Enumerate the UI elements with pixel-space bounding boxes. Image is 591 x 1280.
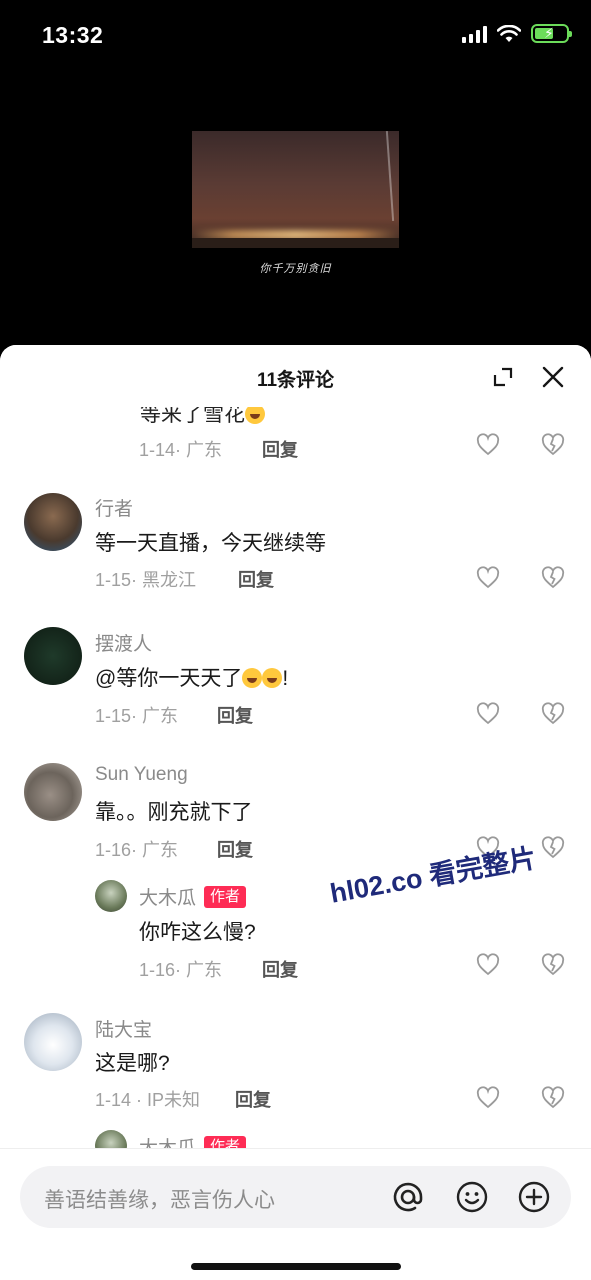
input-placeholder: 善语结善缘，恶言伤人心 xyxy=(44,1189,275,1212)
reply-button[interactable]: 回复 xyxy=(262,436,298,462)
heart-icon[interactable] xyxy=(476,702,500,726)
avatar[interactable] xyxy=(24,627,82,685)
broken-heart-icon[interactable] xyxy=(541,433,565,457)
reply-text: 你咋这么慢? xyxy=(139,921,256,944)
comment-text: 等一天直播，今天继续等 xyxy=(95,532,326,555)
broken-heart-icon[interactable] xyxy=(541,953,565,977)
heart-icon[interactable] xyxy=(476,953,500,977)
avatar[interactable] xyxy=(24,763,82,821)
video-player[interactable] xyxy=(192,131,399,248)
comment-input-bar: 善语结善缘，恶言伤人心 xyxy=(0,1148,591,1280)
status-bar: 13:32 ⚡ xyxy=(0,0,591,72)
heart-icon[interactable] xyxy=(476,1086,500,1110)
avatar[interactable] xyxy=(24,1013,82,1071)
comment-text: 这是哪? xyxy=(95,1052,170,1075)
broken-heart-icon[interactable] xyxy=(541,836,565,860)
video-subtitle: 你千万别贪旧 xyxy=(259,263,332,275)
comment-author[interactable]: Sun Yueng xyxy=(95,764,188,786)
comment-input[interactable]: 善语结善缘，恶言伤人心 xyxy=(20,1166,571,1228)
comment-author[interactable]: 行者 xyxy=(95,494,133,521)
broken-heart-icon[interactable] xyxy=(541,566,565,590)
author-badge: 作者 xyxy=(204,885,247,908)
heart-icon[interactable] xyxy=(476,566,500,590)
status-time: 13:32 xyxy=(42,22,104,48)
laughing-emoji-icon xyxy=(262,668,283,688)
reply-author[interactable]: 大木瓜作者 xyxy=(139,883,247,910)
comment-text: @等你一天天了! xyxy=(95,667,289,690)
add-icon[interactable] xyxy=(517,1180,551,1214)
comment-sheet: 等来了雪花 1-14· 广东 回复 行者 等一天直播，今天继续等 1-15· 黑… xyxy=(0,345,591,1280)
comment-meta: 1-16· 广东 xyxy=(95,840,179,860)
battery-charging-icon: ⚡ xyxy=(531,24,572,43)
close-icon[interactable] xyxy=(541,365,565,389)
expand-icon[interactable] xyxy=(491,365,515,389)
reply-meta: 1-16· 广东 xyxy=(139,960,223,980)
laughing-emoji-icon xyxy=(242,668,263,688)
avatar[interactable] xyxy=(95,880,127,912)
status-icons: ⚡ xyxy=(462,24,572,43)
sheet-header: 11条评论 xyxy=(0,345,591,407)
emoji-icon xyxy=(245,404,265,424)
comment-meta: 1-14 · IP未知 xyxy=(95,1090,201,1110)
comment-list[interactable]: 等来了雪花 1-14· 广东 回复 行者 等一天直播，今天继续等 1-15· 黑… xyxy=(0,345,591,1162)
home-indicator[interactable] xyxy=(191,1263,401,1270)
comment-meta: 1-15· 黑龙江 xyxy=(95,570,197,590)
emoji-icon[interactable] xyxy=(455,1180,489,1214)
reply-button[interactable]: 回复 xyxy=(262,956,298,982)
wifi-icon xyxy=(497,24,521,42)
comment-text: 靠。。刚充就下了 xyxy=(95,801,253,824)
reply-button[interactable]: 回复 xyxy=(217,702,253,728)
comment-meta: 1-15· 广东 xyxy=(95,706,179,726)
broken-heart-icon[interactable] xyxy=(541,702,565,726)
comment-author[interactable]: 摆渡人 xyxy=(95,629,152,656)
comment-meta: 1-14· 广东 xyxy=(139,440,223,460)
reply-button[interactable]: 回复 xyxy=(235,1086,271,1112)
heart-icon[interactable] xyxy=(476,433,500,457)
reply-button[interactable]: 回复 xyxy=(238,566,274,592)
at-mention-icon[interactable] xyxy=(391,1180,425,1214)
reply-button[interactable]: 回复 xyxy=(217,836,253,862)
broken-heart-icon[interactable] xyxy=(541,1086,565,1110)
signal-icon xyxy=(462,25,487,43)
avatar[interactable] xyxy=(24,493,82,551)
comment-author[interactable]: 陆大宝 xyxy=(95,1015,152,1042)
